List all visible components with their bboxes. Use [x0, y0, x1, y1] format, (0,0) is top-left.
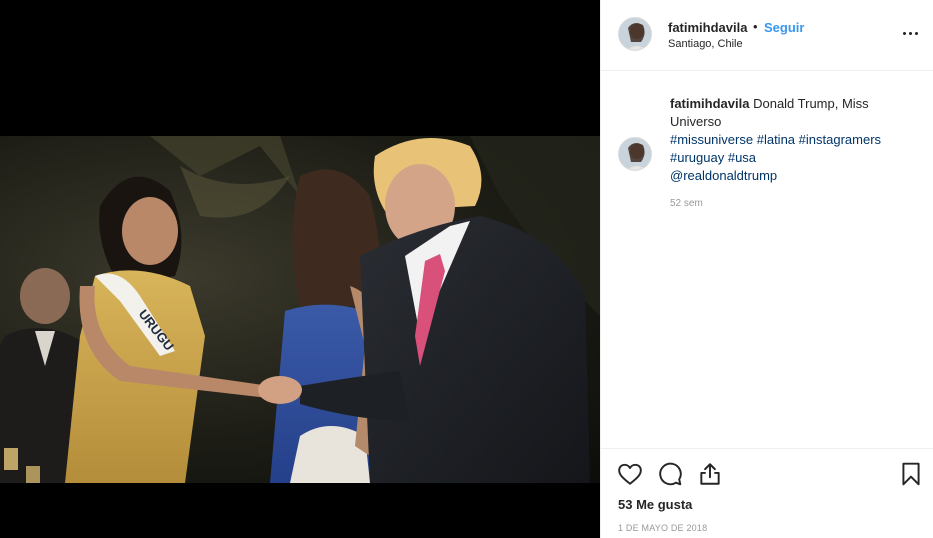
more-options-icon[interactable] [901, 24, 921, 42]
post-media[interactable]: URUGU [0, 0, 600, 538]
post-photo[interactable]: URUGU [0, 136, 600, 483]
comments-section: fatimihdavila Donald Trump, Miss Univers… [601, 71, 933, 448]
avatar[interactable] [618, 17, 652, 51]
avatar-image [619, 138, 651, 170]
share-icon[interactable] [697, 461, 723, 487]
post-actions: 53 Me gusta 1 DE MAYO DE 2018 [601, 448, 933, 538]
post-header: fatimihdavila • Seguir Santiago, Chile [601, 0, 933, 71]
photo-illustration: URUGU [0, 136, 600, 483]
caption-time-ago[interactable]: 52 sem [670, 198, 703, 209]
avatar-image [619, 18, 651, 50]
hashtag[interactable]: #usa [728, 150, 756, 165]
follow-button[interactable]: Seguir [764, 20, 804, 35]
comment-icon[interactable] [657, 461, 683, 487]
separator-dot: • [753, 19, 758, 34]
post-side-panel: fatimihdavila • Seguir Santiago, Chile f… [600, 0, 933, 538]
bookmark-icon[interactable] [898, 461, 924, 487]
post-date[interactable]: 1 DE MAYO DE 2018 [618, 523, 707, 533]
likes-count[interactable]: 53 Me gusta [618, 497, 692, 512]
hashtag[interactable]: #uruguay [670, 150, 724, 165]
hashtag[interactable]: #missuniverse [670, 132, 753, 147]
location-link[interactable]: Santiago, Chile [668, 38, 743, 50]
hashtag[interactable]: #latina [757, 132, 795, 147]
post-caption: fatimihdavila Donald Trump, Miss Univers… [670, 95, 910, 185]
mention-link[interactable]: @realdonaldtrump [670, 168, 777, 183]
heart-icon[interactable] [617, 461, 643, 487]
username-link[interactable]: fatimihdavila [668, 20, 747, 35]
caption-username[interactable]: fatimihdavila [670, 96, 749, 111]
caption-avatar[interactable] [618, 137, 652, 171]
hashtag[interactable]: #instagramers [799, 132, 881, 147]
